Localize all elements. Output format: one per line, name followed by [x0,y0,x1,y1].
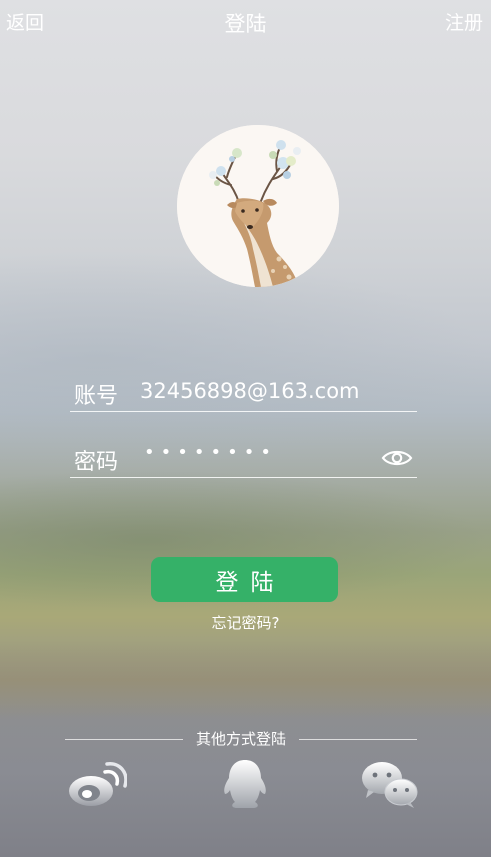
eye-icon[interactable] [381,447,413,469]
password-label: 密码 [74,450,119,475]
account-label: 账号 [74,384,119,409]
forgot-password-link[interactable]: 忘记密码? [0,612,491,633]
account-field: 账号 [70,376,417,412]
avatar [177,125,339,287]
background-haze [0,640,491,720]
password-field: 密码 •••••••• [70,442,417,478]
qq-icon[interactable] [215,758,275,810]
deer-illustration [177,125,339,287]
weibo-icon[interactable] [67,758,128,810]
divider-line [299,739,417,740]
page-title: 登陆 [224,12,267,36]
register-button[interactable]: 注册 [445,8,483,35]
login-button[interactable]: 登陆 [151,557,338,602]
wechat-icon[interactable] [360,758,420,810]
account-input[interactable] [140,379,380,403]
other-login-divider: 其他方式登陆 [65,727,417,751]
password-input[interactable]: •••••••• [144,442,277,463]
